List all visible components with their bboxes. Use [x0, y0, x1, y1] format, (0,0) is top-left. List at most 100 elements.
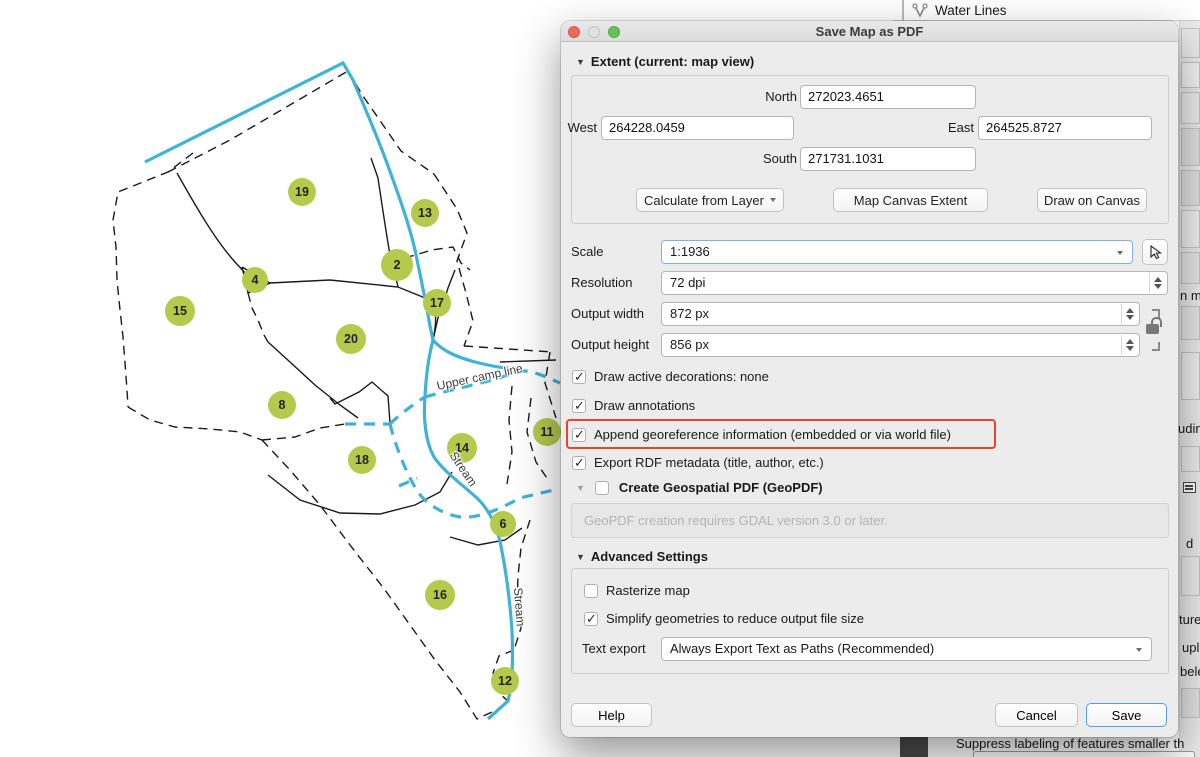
occluded-text-fragment: d: [1186, 536, 1193, 551]
close-window-icon[interactable]: [568, 26, 580, 38]
west-label: West: [557, 116, 597, 140]
chevron-down-icon: [1136, 648, 1142, 652]
output-height-label: Output height: [571, 333, 649, 357]
occluded-suppress-label: Suppress labeling of features smaller th: [956, 736, 1200, 751]
resolution-value: 72 dpi: [670, 275, 705, 290]
save-button[interactable]: Save: [1086, 703, 1167, 727]
map-marker: 2: [381, 249, 413, 281]
collapse-triangle-icon[interactable]: ▼: [576, 57, 585, 67]
text-export-dropdown[interactable]: Always Export Text as Paths (Recommended…: [661, 637, 1152, 661]
line-nose: [500, 360, 556, 362]
zoom-window-icon[interactable]: [608, 26, 620, 38]
occluded-panel-box: [1181, 688, 1200, 718]
boundary-region8: [262, 424, 345, 440]
simplify-checkbox-row[interactable]: Simplify geometries to reduce output fil…: [584, 611, 864, 626]
minimize-window-icon[interactable]: [588, 26, 600, 38]
map-marker: 19: [288, 178, 316, 206]
occluded-text-fragment: udin: [1178, 421, 1200, 436]
cancel-label: Cancel: [1016, 708, 1056, 723]
output-height-spinbox[interactable]: 856 px: [661, 333, 1140, 357]
help-button[interactable]: Help: [571, 703, 652, 727]
extent-section-header[interactable]: ▼ Extent (current: map view): [576, 54, 754, 69]
line-nw-divider: [177, 173, 247, 275]
occluded-text-fragment: upli: [1182, 640, 1200, 655]
red-highlight-box: [566, 419, 996, 449]
scale-combobox[interactable]: 1:1936: [661, 240, 1133, 264]
geopdf-note: GeoPDF creation requires GDAL version 3.…: [571, 503, 1169, 538]
rasterize-checkbox-row[interactable]: Rasterize map: [584, 583, 690, 598]
occluded-panel-box: [1181, 352, 1200, 400]
occluded-panel-box: [1181, 62, 1200, 88]
draw-decorations-checkbox-row[interactable]: Draw active decorations: none: [572, 369, 769, 384]
waterline-loop: [390, 424, 558, 517]
map-canvas-extent-button[interactable]: Map Canvas Extent: [833, 188, 988, 212]
resolution-label: Resolution: [571, 271, 632, 295]
spinner-arrows[interactable]: [1121, 304, 1138, 324]
west-input[interactable]: 264228.0459: [601, 116, 794, 140]
export-rdf-label: Export RDF metadata (title, author, etc.…: [594, 455, 824, 470]
occluded-panel-box: [1181, 252, 1200, 284]
map-marker: 18: [348, 446, 376, 474]
output-width-label: Output width: [571, 302, 644, 326]
set-scale-from-canvas-button[interactable]: [1142, 239, 1168, 265]
cancel-button[interactable]: Cancel: [995, 703, 1078, 727]
scale-label: Scale: [571, 240, 604, 264]
checkbox[interactable]: [572, 399, 586, 413]
panel-divider: [902, 0, 904, 21]
occluded-text-fragment: bele: [1180, 664, 1200, 679]
south-input[interactable]: 271731.1031: [800, 147, 976, 171]
collapse-triangle-icon[interactable]: ▼: [576, 483, 585, 493]
spinner-arrows[interactable]: [1149, 273, 1166, 293]
geopdf-section-header[interactable]: ▼ Create Geospatial PDF (GeoPDF): [576, 480, 823, 495]
map-marker: 12: [491, 667, 519, 695]
map-marker: 16: [425, 580, 455, 610]
occluded-panel-box: [1181, 128, 1200, 166]
calculate-from-layer-button[interactable]: Calculate from Layer: [636, 188, 784, 212]
dialog-title: Save Map as PDF: [816, 24, 924, 39]
output-width-value: 872 px: [670, 306, 709, 321]
checkbox[interactable]: [572, 370, 586, 384]
checkbox[interactable]: [584, 612, 598, 626]
text-export-value: Always Export Text as Paths (Recommended…: [670, 641, 934, 656]
occluded-input[interactable]: [973, 751, 1195, 757]
line-layer-icon: [912, 3, 930, 19]
boundary-bottomleft: [128, 407, 262, 440]
boundary-left: [113, 153, 193, 407]
advanced-settings-header[interactable]: ▼ Advanced Settings: [576, 549, 708, 564]
occluded-panel-box: [1181, 28, 1200, 58]
east-input[interactable]: 264525.8727: [978, 116, 1152, 140]
draw-on-canvas-button[interactable]: Draw on Canvas: [1037, 188, 1147, 212]
north-input[interactable]: 272023.4651: [800, 85, 976, 109]
panel-form-icon: [1183, 482, 1196, 493]
draw-annotations-label: Draw annotations: [594, 398, 695, 413]
line-18-16-divider: [268, 472, 452, 514]
layer-item-water-lines[interactable]: Water Lines: [908, 1, 1011, 20]
chevron-down-icon: [770, 198, 776, 202]
spinner-arrows[interactable]: [1121, 335, 1138, 355]
geopdf-checkbox[interactable]: [595, 481, 609, 495]
occluded-text-fragment: n m: [1180, 288, 1200, 303]
checkbox[interactable]: [584, 584, 598, 598]
save-label: Save: [1112, 708, 1142, 723]
occluded-panel-box: [1181, 446, 1200, 472]
map-marker: 4: [242, 267, 268, 293]
map-canvas-extent-label: Map Canvas Extent: [854, 193, 967, 208]
collapse-triangle-icon[interactable]: ▼: [576, 552, 585, 562]
occluded-panel-box: [1181, 170, 1200, 206]
resolution-spinbox[interactable]: 72 dpi: [661, 271, 1168, 295]
export-rdf-checkbox-row[interactable]: Export RDF metadata (title, author, etc.…: [572, 455, 824, 470]
chevron-down-icon: [1117, 251, 1123, 255]
output-width-spinbox[interactable]: 872 px: [661, 302, 1140, 326]
draw-annotations-checkbox-row[interactable]: Draw annotations: [572, 398, 695, 413]
text-export-label: Text export: [582, 637, 646, 661]
checkbox[interactable]: [572, 456, 586, 470]
unlocked-padlock-icon[interactable]: [1146, 324, 1159, 334]
extent-section-label: Extent (current: map view): [591, 54, 754, 69]
occluded-panel-box: [1181, 306, 1200, 340]
dialog-titlebar[interactable]: Save Map as PDF: [561, 21, 1178, 42]
map-marker: 15: [165, 296, 195, 326]
occluded-panel-box: [1181, 92, 1200, 124]
map-marker: 17: [423, 289, 451, 317]
output-height-value: 856 px: [670, 337, 709, 352]
draw-on-canvas-label: Draw on Canvas: [1044, 193, 1140, 208]
